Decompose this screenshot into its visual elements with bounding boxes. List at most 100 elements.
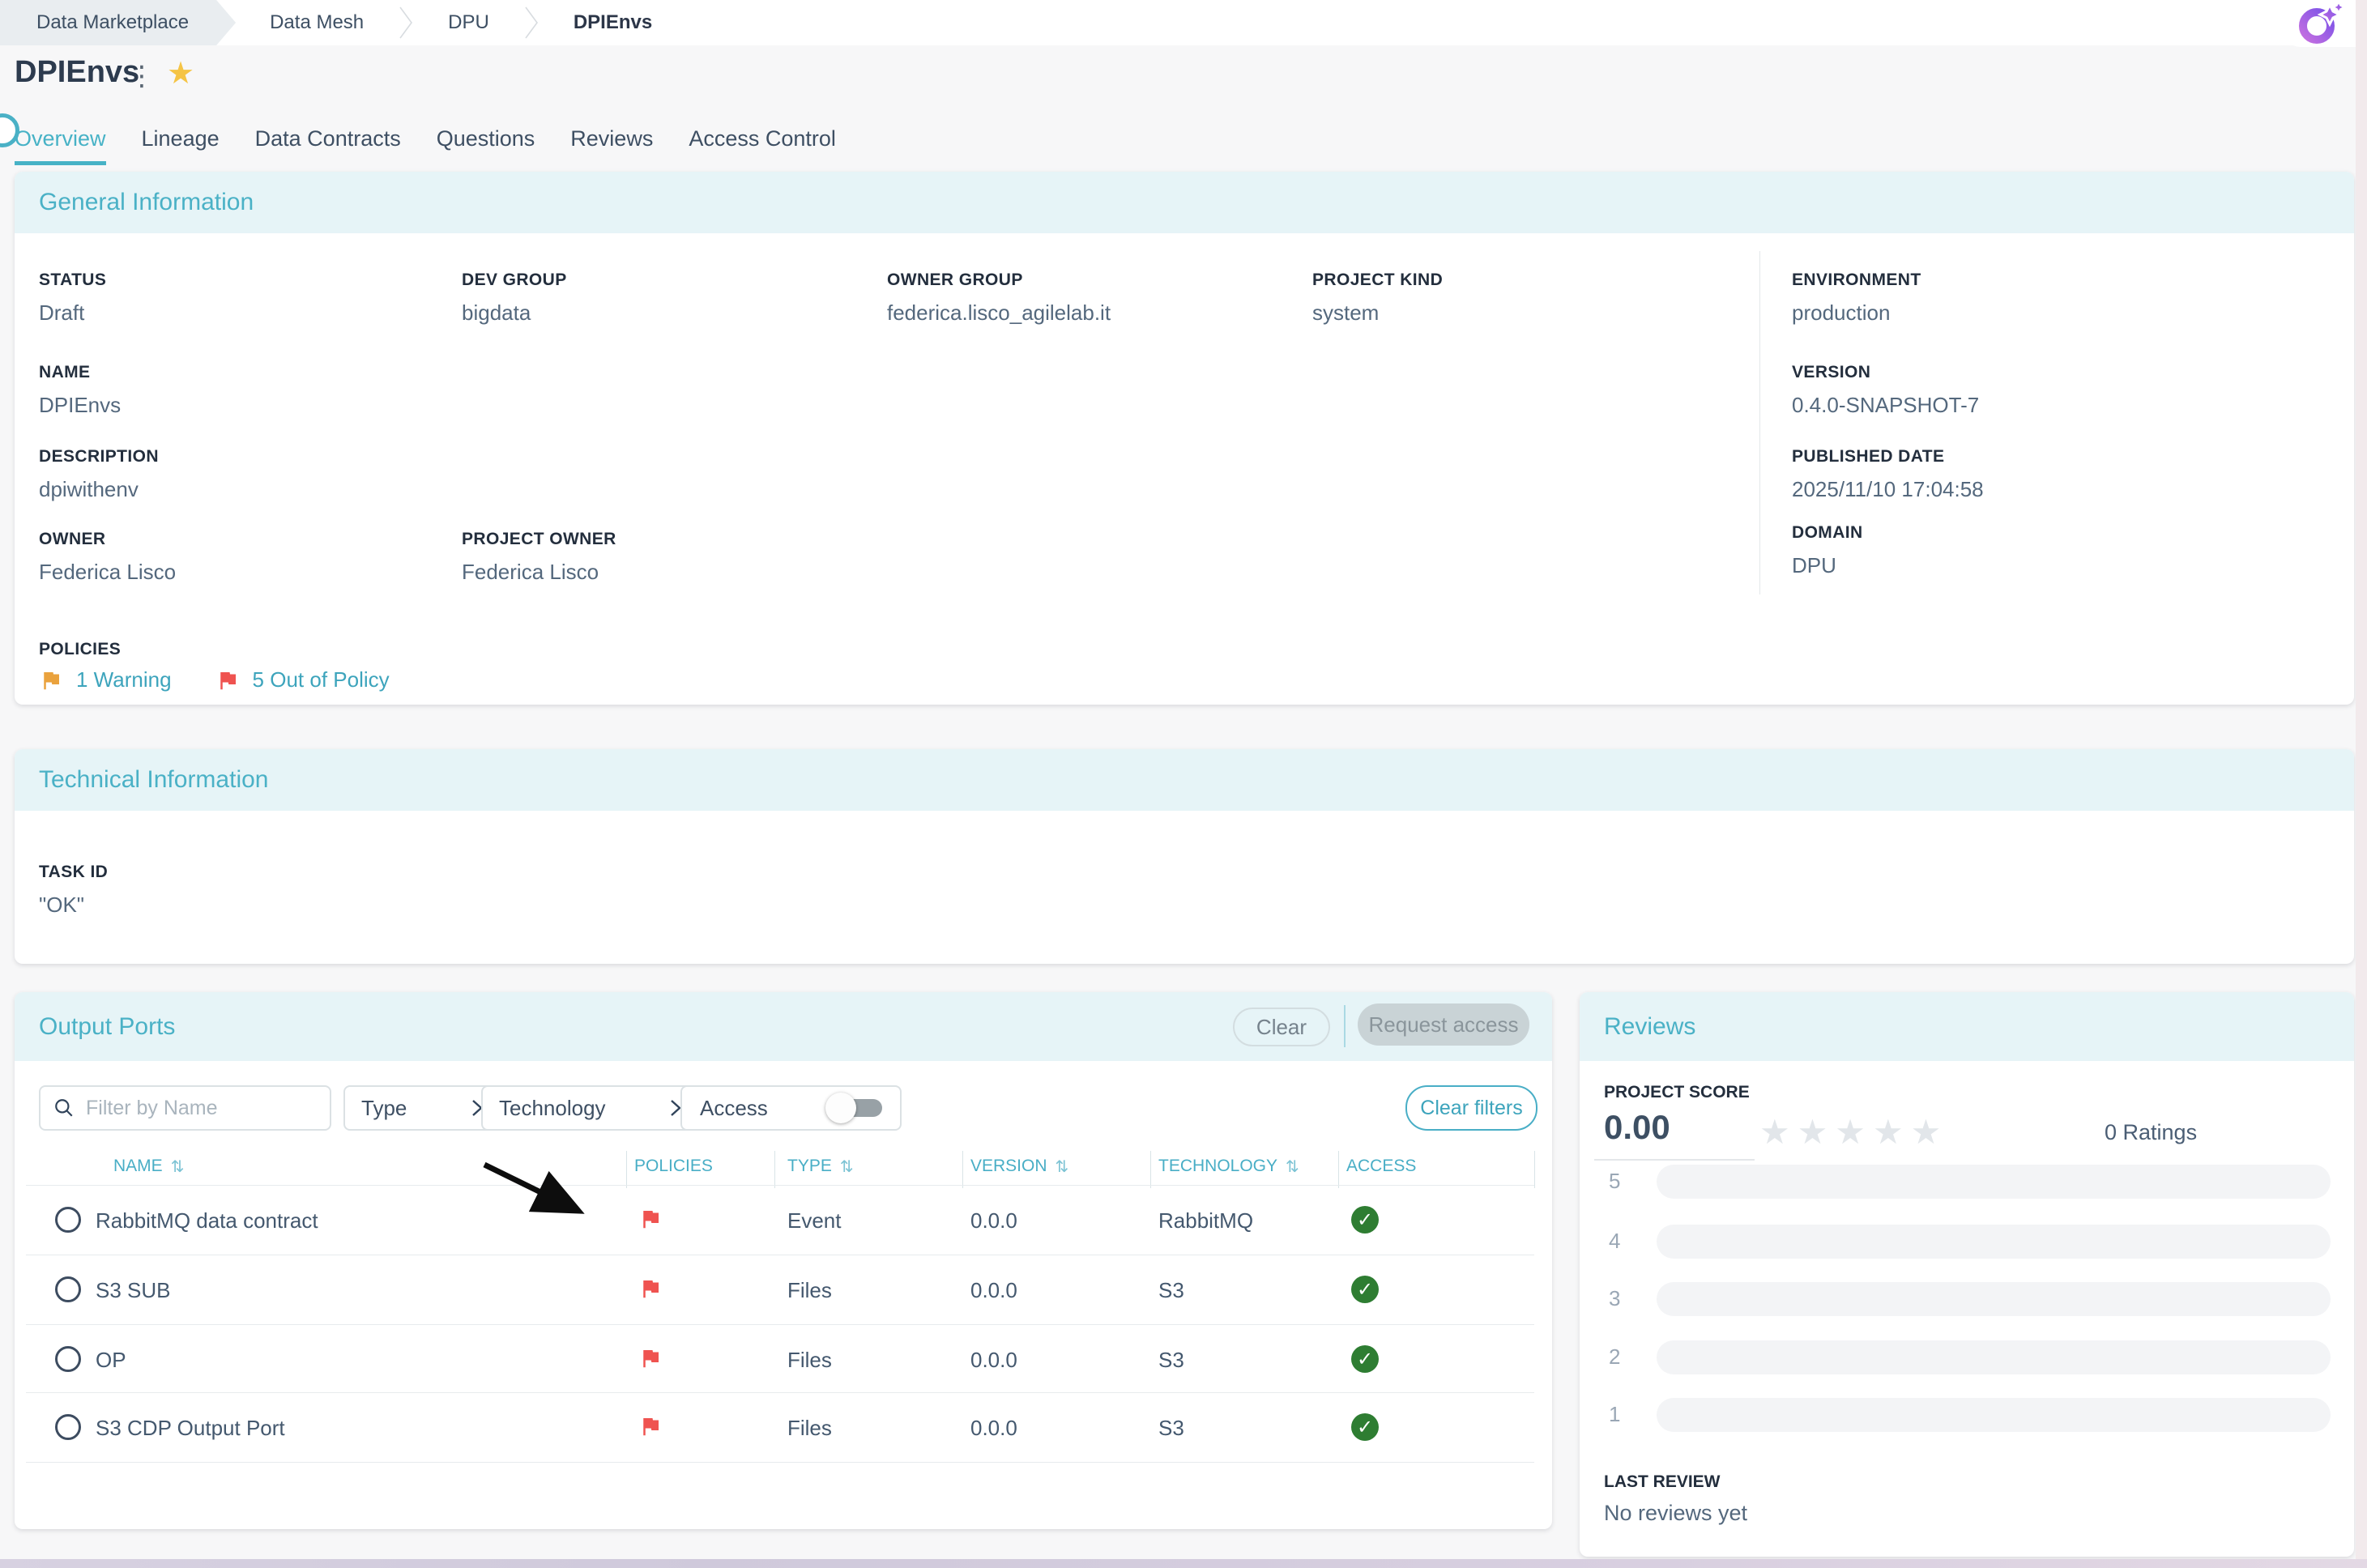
- row-radio[interactable]: [55, 1207, 81, 1233]
- breadcrumb-label: Data Marketplace: [36, 11, 189, 34]
- port-name: OP: [96, 1348, 126, 1373]
- port-technology: S3: [1158, 1416, 1184, 1441]
- field-project-kind: PROJECT KIND system: [1312, 271, 1443, 326]
- field-name: NAME DPIEnvs: [39, 363, 121, 418]
- access-granted-icon: ✓: [1351, 1276, 1379, 1303]
- policies-row: 1 Warning 5 Out of Policy: [39, 667, 390, 692]
- policy-flag-icon: [638, 1346, 663, 1370]
- column-header-technology[interactable]: TECHNOLOGY ⇅: [1158, 1157, 1299, 1176]
- tab-data-contracts[interactable]: Data Contracts: [255, 126, 401, 165]
- field-project-owner: PROJECT OWNER Federica Lisco: [462, 530, 616, 585]
- button-divider: [1344, 1005, 1346, 1047]
- access-toggle[interactable]: [825, 1090, 889, 1126]
- filter-by-name-input[interactable]: [84, 1096, 314, 1121]
- port-technology: S3: [1158, 1278, 1184, 1303]
- port-name: S3 CDP Output Port: [96, 1416, 285, 1441]
- table-row[interactable]: S3 SUB Files 0.0.0 S3 ✓: [15, 1255, 1552, 1324]
- general-information-card: General Information STATUS Draft DEV GRO…: [15, 172, 2354, 705]
- out-of-policy-link[interactable]: 5 Out of Policy: [253, 667, 390, 692]
- tab-lineage[interactable]: Lineage: [142, 126, 220, 165]
- column-header-policies[interactable]: POLICIES: [634, 1157, 713, 1176]
- rating-stars: ★★★★★: [1759, 1112, 1948, 1152]
- column-header-type[interactable]: TYPE ⇅: [787, 1157, 854, 1176]
- access-granted-icon: ✓: [1351, 1413, 1379, 1441]
- breadcrumb-item-data-marketplace[interactable]: Data Marketplace: [0, 0, 236, 45]
- technology-filter-button[interactable]: Technology: [481, 1085, 700, 1131]
- breadcrumb-item-data-mesh[interactable]: Data Mesh: [236, 11, 398, 34]
- dist-bar-4: [1657, 1225, 2331, 1259]
- technical-information-card: Technical Information TASK ID "OK": [15, 749, 2354, 964]
- port-version: 0.0.0: [970, 1208, 1017, 1234]
- table-row[interactable]: S3 CDP Output Port Files 0.0.0 S3 ✓: [15, 1393, 1552, 1462]
- technology-filter-label: Technology: [499, 1096, 606, 1121]
- dist-bar-2: [1657, 1340, 2331, 1374]
- sort-icon[interactable]: ⇅: [171, 1157, 185, 1176]
- assistant-logo-button[interactable]: [2283, 0, 2356, 47]
- field-policies: POLICIES: [39, 640, 121, 659]
- favorite-star-icon[interactable]: ★: [167, 55, 194, 91]
- tab-bar: Overview Lineage Data Contracts Question…: [15, 126, 836, 165]
- more-options-icon[interactable]: ⋮: [128, 60, 156, 92]
- search-icon: [53, 1097, 75, 1118]
- port-technology: S3: [1158, 1348, 1184, 1373]
- column-divider: [1759, 251, 1760, 594]
- row-radio[interactable]: [55, 1276, 81, 1302]
- row-radio[interactable]: [55, 1414, 81, 1440]
- tab-overview[interactable]: Overview: [15, 126, 106, 165]
- scrollbar-track[interactable]: [2356, 0, 2367, 1568]
- reviews-card: Reviews PROJECT SCORE 0.00 ★★★★★ 0 Ratin…: [1580, 992, 2354, 1557]
- technical-information-header: Technical Information: [15, 749, 2354, 811]
- tab-questions[interactable]: Questions: [437, 126, 535, 165]
- column-divider: [1150, 1151, 1151, 1188]
- chevron-separator-icon: [523, 4, 540, 41]
- policy-flag-icon: [638, 1414, 663, 1438]
- port-version: 0.0.0: [970, 1416, 1017, 1441]
- last-review-label: LAST REVIEW: [1604, 1472, 1721, 1492]
- port-type: Files: [787, 1416, 832, 1441]
- last-review-value: No reviews yet: [1604, 1501, 1747, 1526]
- sparkle-ring-icon: [2292, 1, 2346, 46]
- table-row[interactable]: OP Files 0.0.0 S3 ✓: [15, 1325, 1552, 1394]
- dist-label-4: 4: [1609, 1229, 1633, 1254]
- section-title: Output Ports: [39, 1013, 175, 1041]
- breadcrumb-item-dpu[interactable]: DPU: [414, 11, 523, 34]
- project-score-label: PROJECT SCORE: [1604, 1083, 1750, 1102]
- tab-access-control[interactable]: Access Control: [689, 126, 836, 165]
- field-version: VERSION 0.4.0-SNAPSHOT-7: [1792, 363, 1979, 418]
- field-status: STATUS Draft: [39, 271, 106, 326]
- field-owner-group: OWNER GROUP federica.lisco_agilelab.it: [887, 271, 1111, 326]
- field-environment: ENVIRONMENT production: [1792, 271, 1921, 326]
- field-description: DESCRIPTION dpiwithenv: [39, 447, 159, 502]
- warning-policies-link[interactable]: 1 Warning: [76, 667, 172, 692]
- table-row[interactable]: RabbitMQ data contract Event 0.0.0 Rabbi…: [15, 1186, 1552, 1255]
- output-ports-card: Output Ports Clear Request access Type T…: [15, 992, 1552, 1529]
- row-radio[interactable]: [55, 1346, 81, 1372]
- section-title: Reviews: [1604, 1013, 1695, 1041]
- column-header-name[interactable]: NAME ⇅: [113, 1157, 184, 1176]
- toggle-thumb: [825, 1093, 856, 1123]
- column-header-version[interactable]: VERSION ⇅: [970, 1157, 1068, 1176]
- port-type: Files: [787, 1348, 832, 1373]
- type-filter-button[interactable]: Type: [343, 1085, 501, 1131]
- reviews-header: Reviews: [1580, 992, 2354, 1061]
- port-version: 0.0.0: [970, 1278, 1017, 1303]
- column-divider: [1338, 1151, 1339, 1188]
- field-published-date: PUBLISHED DATE 2025/11/10 17:04:58: [1792, 447, 1984, 502]
- clear-selection-button[interactable]: Clear: [1233, 1008, 1330, 1046]
- access-filter-label: Access: [700, 1096, 768, 1121]
- column-header-access[interactable]: ACCESS: [1346, 1157, 1416, 1176]
- type-filter-label: Type: [361, 1096, 407, 1121]
- request-access-button[interactable]: Request access: [1358, 1003, 1529, 1046]
- clear-filters-button[interactable]: Clear filters: [1405, 1085, 1537, 1131]
- sort-icon[interactable]: ⇅: [1286, 1157, 1299, 1176]
- filter-by-name-field[interactable]: [39, 1085, 331, 1131]
- sort-icon[interactable]: ⇅: [1056, 1157, 1069, 1176]
- tab-reviews[interactable]: Reviews: [570, 126, 653, 165]
- field-task-id: TASK ID "OK": [39, 863, 108, 918]
- section-title: General Information: [39, 189, 254, 216]
- sort-icon[interactable]: ⇅: [840, 1157, 854, 1176]
- dist-label-3: 3: [1609, 1286, 1633, 1311]
- port-technology: RabbitMQ: [1158, 1208, 1253, 1234]
- column-divider: [1534, 1151, 1535, 1188]
- table-header-row: NAME ⇅ POLICIES TYPE ⇅ VERSION ⇅ TECHNOL…: [15, 1157, 1552, 1186]
